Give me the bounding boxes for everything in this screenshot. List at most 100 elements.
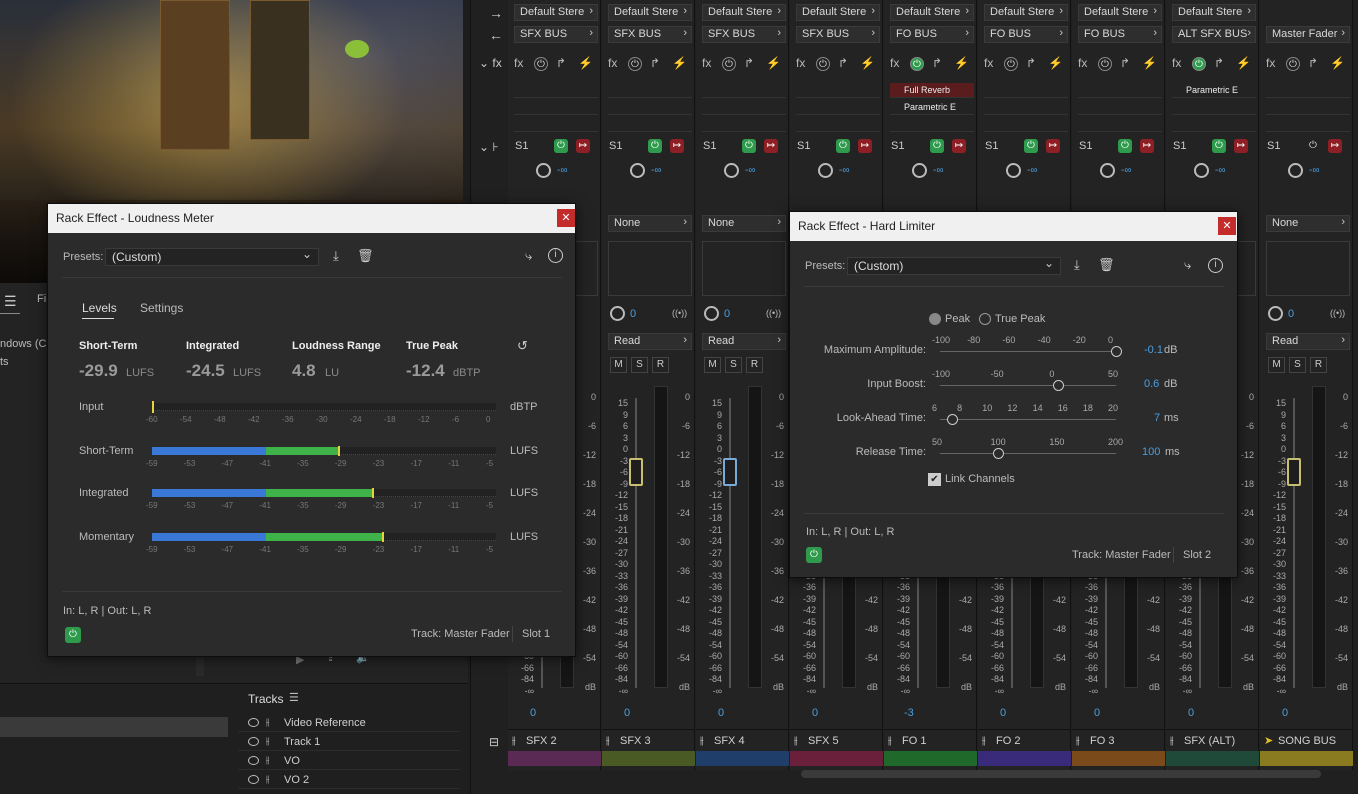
send-power-icon[interactable]: ⏻	[1118, 139, 1132, 153]
fx-slot[interactable]	[1078, 117, 1162, 132]
info-icon[interactable]: i	[1208, 258, 1223, 273]
fx-icon[interactable]: fx	[890, 56, 899, 70]
param-value[interactable]: 7	[1154, 412, 1160, 424]
send-route-icon[interactable]: ↦	[764, 139, 778, 153]
peak-radio[interactable]	[929, 313, 941, 325]
param-value[interactable]: 100	[1142, 446, 1160, 458]
fx-power-icon[interactable]: ⏻	[910, 57, 924, 71]
output-select[interactable]: Default Stere	[796, 4, 880, 21]
fx-icon[interactable]: fx	[796, 56, 805, 70]
fx-slot[interactable]	[796, 100, 880, 115]
send-route-icon[interactable]: ↦	[858, 139, 872, 153]
pre-post-icon[interactable]: ↱	[650, 56, 660, 70]
stereo-icon[interactable]: ((•))	[766, 308, 781, 318]
output-select[interactable]: Default Stere	[1078, 4, 1162, 21]
param-thumb[interactable]	[993, 448, 1005, 459]
bolt-icon[interactable]: ⚡	[766, 56, 781, 70]
routing-icon[interactable]: ⤷	[1184, 257, 1191, 273]
send-knob[interactable]	[818, 163, 833, 178]
eye-icon[interactable]	[248, 737, 259, 746]
send-power-icon[interactable]: ⏻	[742, 139, 756, 153]
track-name-label[interactable]: ⫲ FO 1	[884, 729, 977, 751]
param-slider[interactable]	[940, 385, 1116, 386]
track-name-label[interactable]: ⫲ FO 2	[978, 729, 1071, 751]
bolt-icon[interactable]: ⚡	[1048, 56, 1063, 70]
msr-button[interactable]: R	[652, 357, 669, 373]
fx-power-icon[interactable]: ⏻	[1286, 57, 1300, 71]
track-name-label[interactable]: ⫲ SFX 4	[696, 729, 789, 751]
send-knob[interactable]	[1194, 163, 1209, 178]
eye-icon[interactable]	[248, 775, 259, 784]
true-peak-radio[interactable]	[979, 313, 991, 325]
dialog-titlebar[interactable]: Rack Effect - Loudness Meter ✕	[48, 204, 575, 233]
fx-slot[interactable]	[796, 83, 880, 98]
bus-select[interactable]: SFX BUS	[796, 26, 880, 43]
msr-button[interactable]: S	[725, 357, 742, 373]
bolt-icon[interactable]: ⚡	[672, 56, 687, 70]
send-power-icon[interactable]: ⏻	[1212, 139, 1226, 153]
param-value[interactable]: -0.1	[1144, 344, 1163, 356]
bolt-icon[interactable]: ⚡	[860, 56, 875, 70]
send-route-icon[interactable]: ↦	[1234, 139, 1248, 153]
fx-slot[interactable]	[1172, 100, 1256, 115]
param-thumb[interactable]	[1052, 380, 1064, 391]
stereo-icon[interactable]: ((•))	[1330, 308, 1345, 318]
close-button[interactable]: ✕	[557, 209, 575, 227]
output-select[interactable]: Default Stere	[890, 4, 974, 21]
close-button[interactable]: ✕	[1218, 217, 1236, 235]
msr-button[interactable]: R	[1310, 357, 1327, 373]
fx-slot[interactable]	[608, 83, 692, 98]
fx-icon[interactable]: fx	[1266, 56, 1275, 70]
track-row[interactable]: ⫲ Video Reference	[238, 714, 460, 732]
fx-power-icon[interactable]: ⏻	[534, 57, 548, 71]
fx-icon[interactable]: fx	[702, 56, 711, 70]
fx-slot[interactable]	[608, 100, 692, 115]
msr-button[interactable]: S	[1289, 357, 1306, 373]
bus-select[interactable]: SFX BUS	[608, 26, 692, 43]
output-select[interactable]: Default Stere	[1172, 4, 1256, 21]
pre-post-icon[interactable]: ↱	[556, 56, 566, 70]
automation-select[interactable]: Read	[1266, 333, 1350, 350]
power-button[interactable]: ⏻	[806, 547, 822, 563]
send-power-icon[interactable]: ⏻	[1024, 139, 1038, 153]
track-name-label[interactable]: ⫲ SFX 3	[602, 729, 695, 751]
fx-icon[interactable]: fx	[1078, 56, 1087, 70]
output-select[interactable]: Default Stere	[608, 4, 692, 21]
pre-post-icon[interactable]: ↱	[1026, 56, 1036, 70]
tab-settings[interactable]: Settings	[140, 301, 183, 315]
fx-slot[interactable]	[890, 117, 974, 132]
msr-button[interactable]: S	[631, 357, 648, 373]
param-slider[interactable]	[940, 351, 1116, 352]
fx-icon[interactable]: fx	[608, 56, 617, 70]
param-slider[interactable]	[940, 453, 1116, 454]
dialog-titlebar[interactable]: Rack Effect - Hard Limiter ✕	[790, 212, 1237, 241]
reset-icon[interactable]: ↺	[517, 338, 528, 354]
save-preset-icon[interactable]: ⤓	[1074, 257, 1080, 273]
pre-post-icon[interactable]: ↱	[838, 56, 848, 70]
output-select[interactable]: Default Stere	[702, 4, 786, 21]
track-name-label[interactable]: ➤ SONG BUS	[1260, 729, 1353, 751]
param-thumb[interactable]	[947, 414, 959, 425]
presets-select[interactable]: (Custom)	[105, 246, 319, 266]
send-power-icon[interactable]: ⏻	[836, 139, 850, 153]
fx-slot[interactable]	[1078, 83, 1162, 98]
presets-select[interactable]: (Custom)	[847, 255, 1061, 275]
bus-select[interactable]: SFX BUS	[514, 26, 598, 43]
fx-slot[interactable]	[984, 83, 1068, 98]
bus-select[interactable]: SFX BUS	[702, 26, 786, 43]
send-knob[interactable]	[1006, 163, 1021, 178]
output-select[interactable]: Default Stere	[514, 4, 598, 21]
msr-button[interactable]: M	[1268, 357, 1285, 373]
fx-slot[interactable]: Full Reverb	[890, 83, 974, 98]
volume-fader[interactable]	[723, 458, 737, 486]
send-power-icon[interactable]: ⏻	[554, 139, 568, 153]
pre-post-icon[interactable]: ↱	[1308, 56, 1318, 70]
eq-thumbnail[interactable]	[702, 241, 786, 296]
list-item[interactable]: ts	[0, 356, 9, 368]
menu-icon[interactable]: ☰	[4, 293, 17, 310]
send-route-icon[interactable]: ↦	[670, 139, 684, 153]
pre-post-icon[interactable]: ↱	[1120, 56, 1130, 70]
bus-select[interactable]: FO BUS	[984, 26, 1068, 43]
volume-fader[interactable]	[1287, 458, 1301, 486]
eq-thumbnail[interactable]	[608, 241, 692, 296]
